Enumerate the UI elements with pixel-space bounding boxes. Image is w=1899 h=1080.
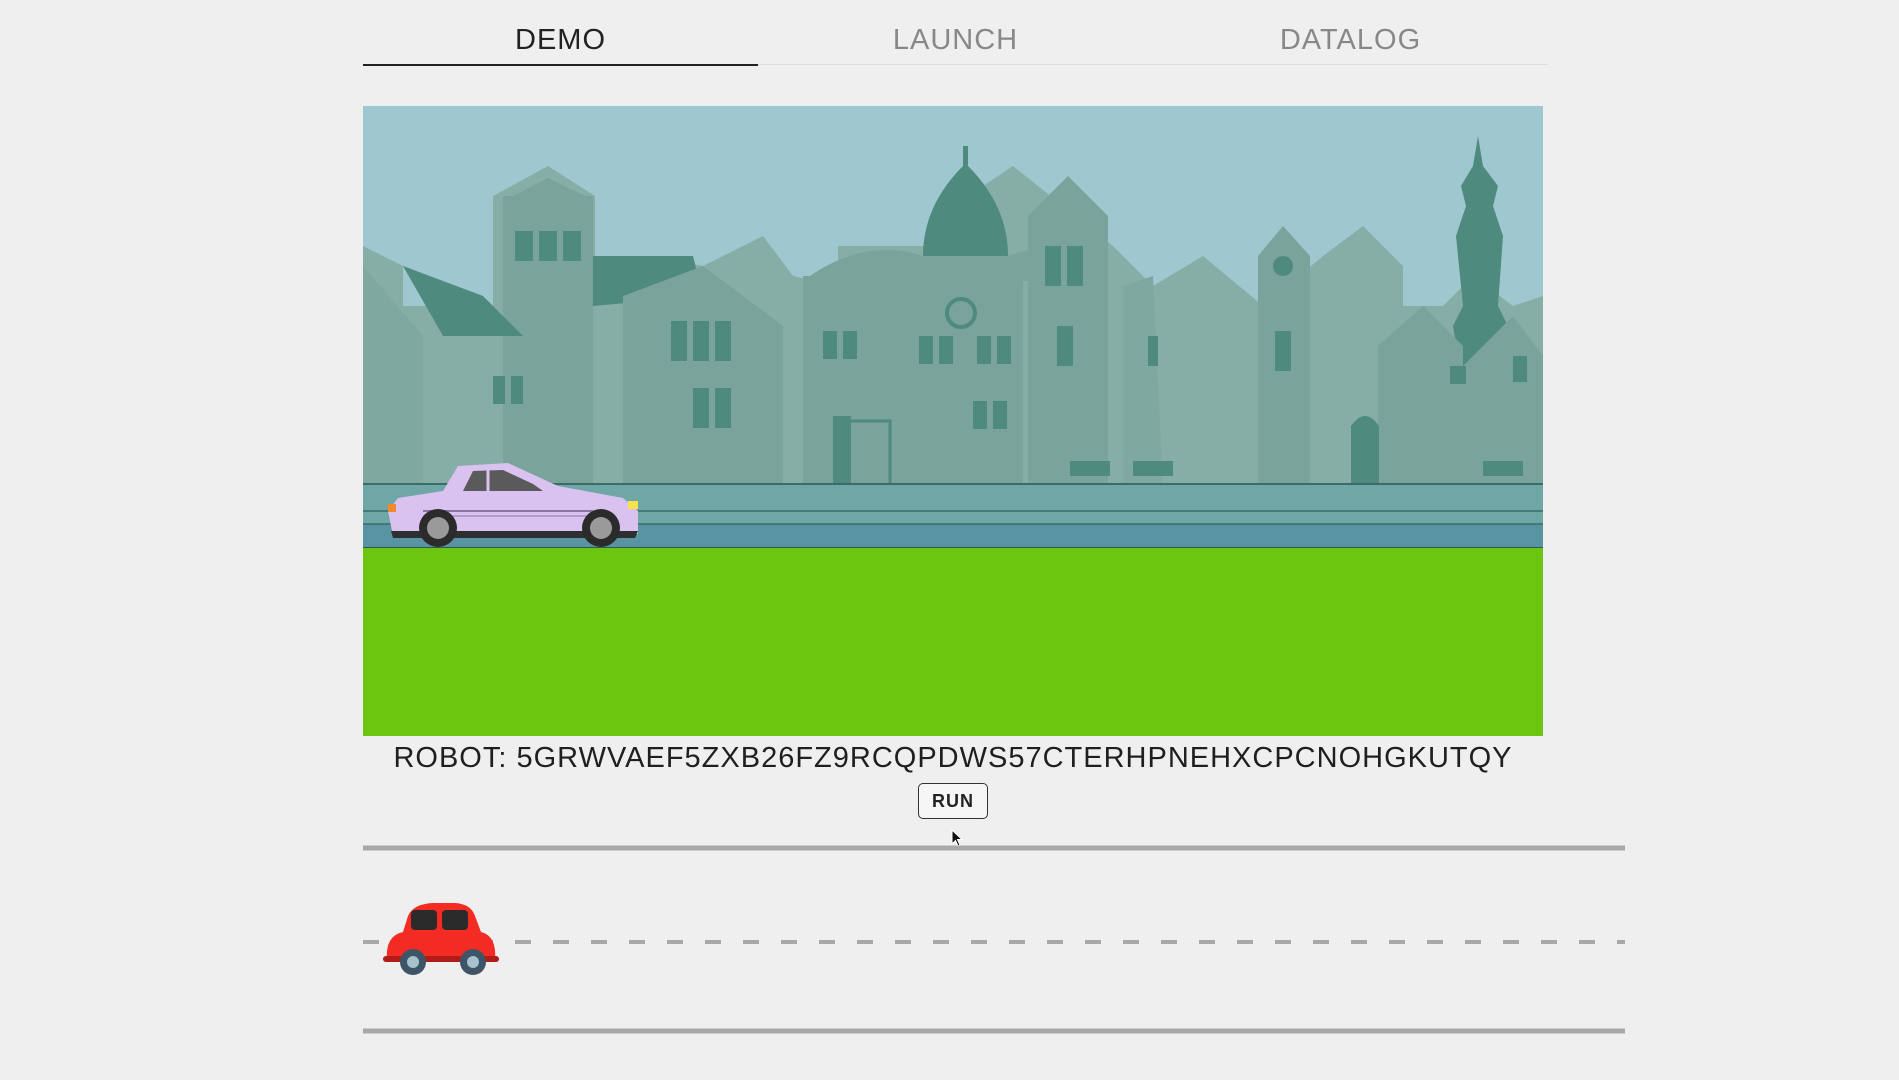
robot-id: 5GRWVAEF5ZXB26FZ9RCQPDWS57CTERHPNEHXCPCN… [516,742,1513,774]
robot-prefix: ROBOT: [393,742,508,774]
tab-launch[interactable]: LAUNCH [758,10,1153,65]
tab-bar: DEMO LAUNCH DATALOG [363,10,1548,66]
robot-id-label: ROBOT: 5GRWVAEF5ZXB26FZ9RCQPDWS57CTERHPN… [363,742,1543,775]
demo-scene [363,106,1543,736]
progress-car [383,903,499,975]
tab-demo[interactable]: DEMO [363,10,758,66]
run-button[interactable]: RUN [918,783,988,819]
tab-datalog[interactable]: DATALOG [1153,10,1548,65]
progress-track [363,844,1625,1034]
